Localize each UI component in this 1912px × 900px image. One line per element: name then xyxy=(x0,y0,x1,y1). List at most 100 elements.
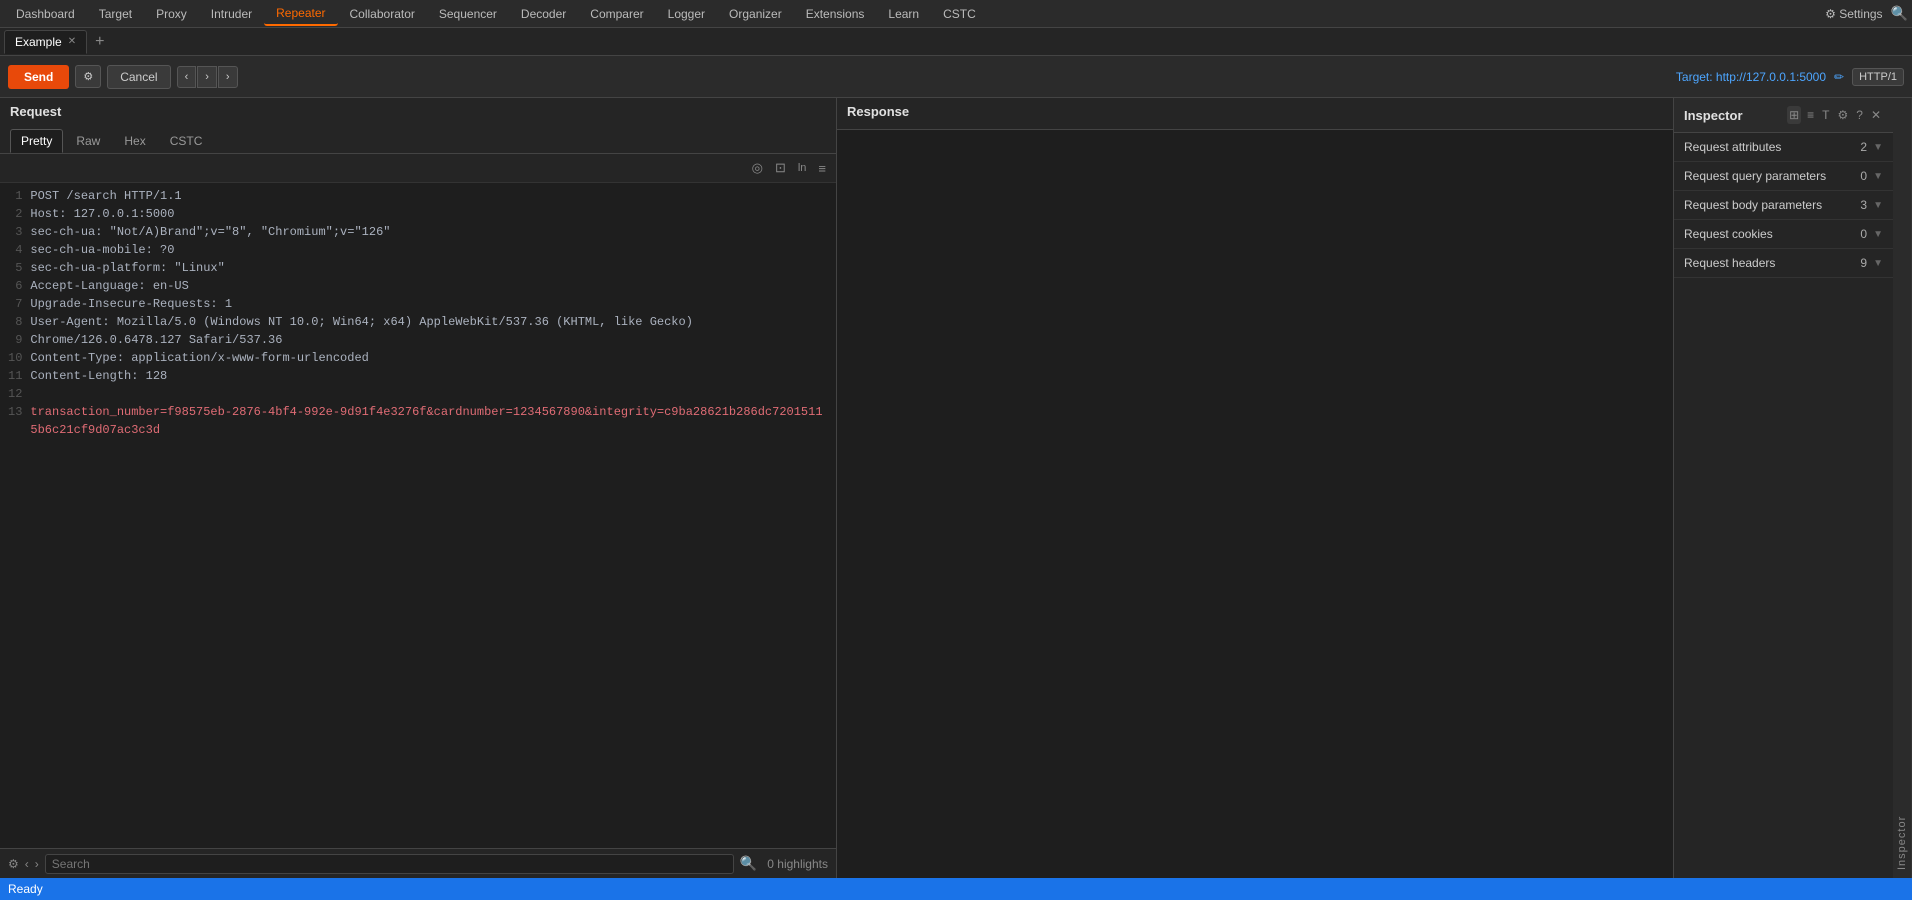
code-line-12 xyxy=(30,385,828,403)
response-panel-tabs xyxy=(847,125,1663,129)
top-nav: Dashboard Target Proxy Intruder Repeater… xyxy=(0,0,1912,28)
code-line-13: transaction_number=f98575eb-2876-4bf4-99… xyxy=(30,403,828,439)
search-settings-icon[interactable]: ⚙ xyxy=(8,857,19,871)
inspector-row-headers[interactable]: Request headers 9 ▼ xyxy=(1674,249,1893,277)
http-version-badge[interactable]: HTTP/1 xyxy=(1852,68,1904,86)
request-panel-toolbar: ◎ ⊡ ln ≡ xyxy=(0,154,836,183)
menu-icon[interactable]: ≡ xyxy=(814,159,830,178)
inspector-headers-chevron: ▼ xyxy=(1873,258,1883,269)
nav-item-proxy[interactable]: Proxy xyxy=(144,3,199,25)
inspector-attributes-right: 2 ▼ xyxy=(1860,140,1883,154)
inspector-text-icon[interactable]: T xyxy=(1820,106,1831,124)
tab-close-icon[interactable]: ✕ xyxy=(68,36,76,47)
inspector-headers-label: Request headers xyxy=(1684,256,1775,270)
inspector-query-chevron: ▼ xyxy=(1873,171,1883,182)
code-line-9: Chrome/126.0.6478.127 Safari/537.36 xyxy=(30,331,828,349)
nav-item-dashboard[interactable]: Dashboard xyxy=(4,3,87,25)
tab-raw[interactable]: Raw xyxy=(65,129,111,153)
inspector-body-right: 3 ▼ xyxy=(1860,198,1883,212)
inspector-help-icon[interactable]: ? xyxy=(1854,106,1865,124)
inspector-cookies-label: Request cookies xyxy=(1684,227,1773,241)
cancel-button[interactable]: Cancel xyxy=(107,65,170,89)
inspector-grid-icon[interactable]: ⊞ xyxy=(1787,106,1801,124)
request-panel: Request Pretty Raw Hex CSTC ◎ ⊡ ln ≡ 123… xyxy=(0,98,837,878)
inspector-row-cookies[interactable]: Request cookies 0 ▼ xyxy=(1674,220,1893,248)
inspector-attributes-label: Request attributes xyxy=(1684,140,1781,154)
inspector-row-attributes[interactable]: Request attributes 2 ▼ xyxy=(1674,133,1893,161)
search-next-button[interactable]: › xyxy=(35,857,39,871)
prev-arrow-button[interactable]: ‹ xyxy=(177,66,197,88)
search-input[interactable] xyxy=(45,854,734,874)
code-line-8: User-Agent: Mozilla/5.0 (Windows NT 10.0… xyxy=(30,313,828,331)
nav-item-learn[interactable]: Learn xyxy=(876,3,931,25)
tab-pretty[interactable]: Pretty xyxy=(10,129,63,153)
code-lines: POST /search HTTP/1.1 Host: 127.0.0.1:50… xyxy=(30,187,836,844)
nav-item-collaborator[interactable]: Collaborator xyxy=(338,3,427,25)
send-button[interactable]: Send xyxy=(8,65,69,89)
inspector-query-label: Request query parameters xyxy=(1684,169,1826,183)
inspector-query-count: 0 xyxy=(1860,169,1867,183)
code-line-1: POST /search HTTP/1.1 xyxy=(30,187,828,205)
inspector-request-attributes: Request attributes 2 ▼ xyxy=(1674,133,1893,162)
nav-item-repeater[interactable]: Repeater xyxy=(264,2,337,26)
search-submit-icon[interactable]: 🔍 xyxy=(740,855,757,872)
tab-hex[interactable]: Hex xyxy=(113,129,156,153)
navigation-arrows: ‹ › › xyxy=(177,66,238,88)
code-line-10: Content-Type: application/x-www-form-url… xyxy=(30,349,828,367)
code-line-7: Upgrade-Insecure-Requests: 1 xyxy=(30,295,828,313)
main-area: Request Pretty Raw Hex CSTC ◎ ⊡ ln ≡ 123… xyxy=(0,98,1912,878)
nav-item-organizer[interactable]: Organizer xyxy=(717,3,794,25)
response-content xyxy=(837,130,1673,878)
response-panel-title: Response xyxy=(847,104,1663,125)
target-edit-button[interactable]: ✏ xyxy=(1834,70,1844,84)
inspector-attributes-count: 2 xyxy=(1860,140,1867,154)
line-numbers: 12345 678910 111213 xyxy=(0,187,30,844)
extra-arrow-button[interactable]: › xyxy=(218,66,238,88)
inspector-header-icons: ⊞ ≡ T ⚙ ? ✕ xyxy=(1787,106,1883,124)
inspector-headers-right: 9 ▼ xyxy=(1860,256,1883,270)
inspector-list-icon[interactable]: ≡ xyxy=(1805,106,1816,124)
tab-bar: Example ✕ + xyxy=(0,28,1912,56)
inspector-body-label: Request body parameters xyxy=(1684,198,1822,212)
inspector-side-label[interactable]: Inspector xyxy=(1893,98,1912,878)
inspector-body-count: 3 xyxy=(1860,198,1867,212)
inspector-cookies: Request cookies 0 ▼ xyxy=(1674,220,1893,249)
inspector-close-icon[interactable]: ✕ xyxy=(1869,106,1883,124)
tab-label: Example xyxy=(15,35,62,49)
inspector-row-query[interactable]: Request query parameters 0 ▼ xyxy=(1674,162,1893,190)
status-bar: Ready xyxy=(0,878,1912,900)
search-bar: ⚙ ‹ › 🔍 0 highlights xyxy=(0,848,836,878)
tab-cstc[interactable]: CSTC xyxy=(159,129,214,153)
code-line-2: Host: 127.0.0.1:5000 xyxy=(30,205,828,223)
inspector-settings-icon[interactable]: ⚙ xyxy=(1835,106,1850,124)
settings-button[interactable]: ⚙ Settings xyxy=(1825,7,1882,21)
wrap-icon[interactable]: ⊡ xyxy=(771,158,790,178)
nav-item-target[interactable]: Target xyxy=(87,3,144,25)
search-icon[interactable]: 🔍 xyxy=(1891,5,1908,22)
nav-item-decoder[interactable]: Decoder xyxy=(509,3,578,25)
inspector-attributes-chevron: ▼ xyxy=(1873,142,1883,153)
eye-off-icon[interactable]: ◎ xyxy=(748,158,767,178)
ln-button[interactable]: ln xyxy=(794,160,811,176)
inspector-row-body[interactable]: Request body parameters 3 ▼ xyxy=(1674,191,1893,219)
inspector-headers: Request headers 9 ▼ xyxy=(1674,249,1893,278)
nav-item-cstc[interactable]: CSTC xyxy=(931,3,988,25)
response-panel: Response xyxy=(837,98,1673,878)
next-arrow-button[interactable]: › xyxy=(197,66,217,88)
nav-item-logger[interactable]: Logger xyxy=(656,3,717,25)
inspector-body-chevron: ▼ xyxy=(1873,200,1883,211)
search-prev-button[interactable]: ‹ xyxy=(25,857,29,871)
settings-icon-button[interactable]: ⚙ xyxy=(75,65,101,88)
tab-example[interactable]: Example ✕ xyxy=(4,30,87,54)
inspector-cookies-chevron: ▼ xyxy=(1873,229,1883,240)
request-editor[interactable]: 12345 678910 111213 POST /search HTTP/1.… xyxy=(0,183,836,848)
nav-item-extensions[interactable]: Extensions xyxy=(794,3,877,25)
req-resp-area: Request Pretty Raw Hex CSTC ◎ ⊡ ln ≡ 123… xyxy=(0,98,1673,878)
new-tab-button[interactable]: + xyxy=(87,32,112,52)
inspector-header: Inspector ⊞ ≡ T ⚙ ? ✕ xyxy=(1674,98,1893,133)
request-panel-header: Request Pretty Raw Hex CSTC xyxy=(0,98,836,154)
nav-item-intruder[interactable]: Intruder xyxy=(199,3,264,25)
inspector-cookies-right: 0 ▼ xyxy=(1860,227,1883,241)
nav-item-sequencer[interactable]: Sequencer xyxy=(427,3,509,25)
nav-item-comparer[interactable]: Comparer xyxy=(578,3,655,25)
